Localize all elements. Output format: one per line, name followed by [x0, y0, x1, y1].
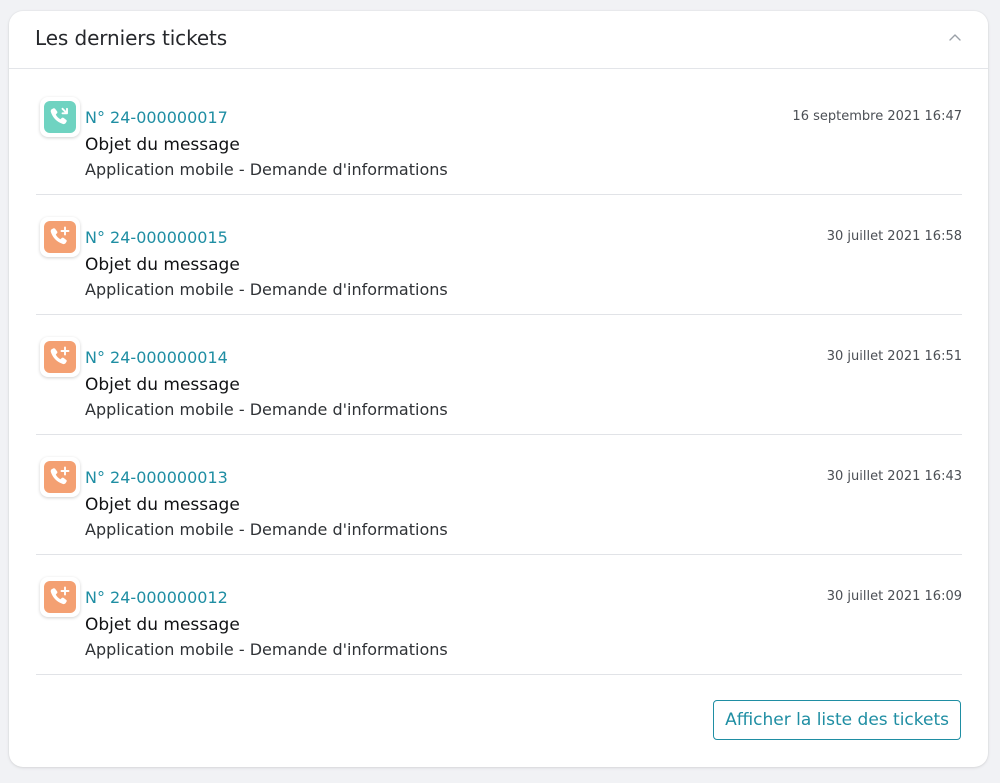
ticket-number-link[interactable]: N° 24-000000017 — [85, 108, 228, 128]
phone-plus-icon — [50, 226, 70, 245]
ticket-date: 30 juillet 2021 16:51 — [826, 349, 962, 364]
panel-header: Les derniers tickets — [9, 11, 988, 69]
ticket-date: 30 juillet 2021 16:43 — [826, 469, 962, 484]
ticket-subject: Objet du message — [85, 495, 240, 515]
ticket-date: 16 septembre 2021 16:47 — [792, 109, 962, 124]
ticket-row[interactable]: N° 24-000000013 Objet du message Applica… — [36, 435, 962, 555]
show-ticket-list-button[interactable]: Afficher la liste des tickets — [713, 700, 961, 740]
ticket-category: Application mobile - Demande d'informati… — [85, 160, 448, 179]
ticket-date: 30 juillet 2021 16:58 — [826, 229, 962, 244]
ticket-category: Application mobile - Demande d'informati… — [85, 520, 448, 539]
phone-arrow-icon — [50, 107, 68, 125]
ticket-list: N° 24-000000017 Objet du message Applica… — [36, 75, 962, 675]
ticket-row[interactable]: N° 24-000000012 Objet du message Applica… — [36, 555, 962, 675]
recent-tickets-panel: Les derniers tickets N° 24-000000017 Obj… — [9, 11, 988, 767]
ticket-subject: Objet du message — [85, 615, 240, 635]
ticket-number-link[interactable]: N° 24-000000013 — [85, 468, 228, 488]
ticket-category: Application mobile - Demande d'informati… — [85, 640, 448, 659]
ticket-status-icon — [40, 457, 80, 497]
ticket-subject: Objet du message — [85, 135, 240, 155]
ticket-subject: Objet du message — [85, 255, 240, 275]
ticket-status-icon — [40, 97, 80, 137]
ticket-row[interactable]: N° 24-000000014 Objet du message Applica… — [36, 315, 962, 435]
ticket-row[interactable]: N° 24-000000017 Objet du message Applica… — [36, 75, 962, 195]
ticket-date: 30 juillet 2021 16:09 — [826, 589, 962, 604]
ticket-category: Application mobile - Demande d'informati… — [85, 400, 448, 419]
ticket-status-icon — [40, 577, 80, 617]
phone-plus-icon — [50, 346, 70, 365]
phone-plus-icon — [50, 466, 70, 485]
collapse-button[interactable] — [942, 25, 968, 51]
chevron-up-icon — [949, 34, 961, 41]
ticket-status-icon — [40, 337, 80, 377]
ticket-row[interactable]: N° 24-000000015 Objet du message Applica… — [36, 195, 962, 315]
ticket-number-link[interactable]: N° 24-000000012 — [85, 588, 228, 608]
ticket-number-link[interactable]: N° 24-000000014 — [85, 348, 228, 368]
panel-title: Les derniers tickets — [35, 26, 228, 50]
phone-plus-icon — [50, 586, 70, 605]
ticket-subject: Objet du message — [85, 375, 240, 395]
ticket-status-icon — [40, 217, 80, 257]
ticket-number-link[interactable]: N° 24-000000015 — [85, 228, 228, 248]
ticket-category: Application mobile - Demande d'informati… — [85, 280, 448, 299]
